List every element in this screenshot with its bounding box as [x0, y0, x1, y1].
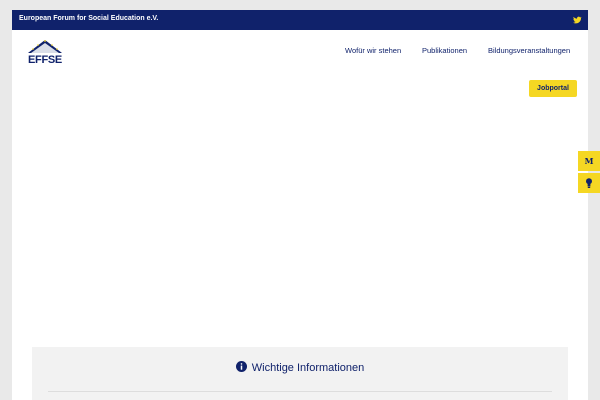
nav-item-publikationen[interactable]: Publikationen: [422, 46, 467, 55]
info-heading-text: Wichtige Informationen: [251, 362, 365, 374]
info-heading: Wichtige Informationen: [32, 361, 568, 374]
organization-name: European Forum for Social Education e.V.: [19, 15, 159, 22]
top-bar: European Forum for Social Education e.V.: [12, 10, 588, 30]
divider: [48, 391, 552, 392]
page: European Forum for Social Education e.V.…: [12, 10, 588, 400]
info-circle-icon: [235, 361, 247, 372]
hero-area: [12, 106, 588, 336]
nav-item-bildungsveranstaltungen[interactable]: Bildungsveranstaltungen: [488, 46, 570, 55]
nav-item-wofuer-wir-stehen[interactable]: Wofür wir stehen: [345, 46, 401, 55]
main-navigation: Wofür wir stehen Publikationen Bildungsv…: [12, 46, 588, 58]
lightbulb-icon: [586, 178, 592, 188]
info-section: Wichtige Informationen: [32, 347, 568, 400]
side-idea-button[interactable]: [578, 173, 600, 193]
jobportal-button[interactable]: Jobportal: [529, 80, 577, 97]
twitter-icon[interactable]: [572, 15, 582, 25]
side-m-button[interactable]: M: [578, 151, 600, 171]
